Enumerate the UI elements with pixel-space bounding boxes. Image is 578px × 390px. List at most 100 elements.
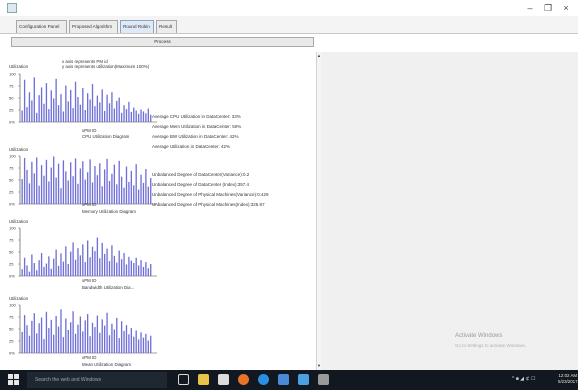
utilization-bar [106,248,108,276]
utilization-bar [82,161,84,204]
utilization-bar [116,262,118,276]
utilization-bar [135,330,137,353]
avg-cpu-utilization: Average CPU Utilization in DataCenter: 3… [152,114,241,119]
utilization-bar [72,242,74,276]
legend-y-axis: y axis represents utilization(Maximum 10… [62,64,150,69]
utilization-bar [74,259,77,276]
utilization-bar [133,185,135,204]
mean-utilization-chart: 100 75 50 25 0% [9,303,157,356]
utilization-bar [84,110,86,122]
utilization-bar [111,245,113,276]
utilization-bar [55,78,57,122]
file-explorer-icon[interactable] [198,374,209,385]
firefox-icon[interactable] [238,374,249,385]
utilization-bar [89,257,91,276]
tab-configuration-panel[interactable]: Configuration Panel [16,20,67,33]
utilization-bar [60,188,62,204]
minimize-button[interactable]: – [523,2,537,14]
process-button[interactable]: Process [11,37,314,47]
utilization-bar [116,184,118,204]
utilization-bar [103,253,106,276]
utilization-bar [57,163,60,204]
utilization-bar [130,260,132,276]
tab-proposed-algorithm[interactable]: Proposed Algorithm [69,20,118,33]
taskbar-search-input[interactable]: Search the web and Windows [27,372,167,388]
memory-chart-ylabel: Utilization [9,147,29,152]
utilization-bar [133,107,135,122]
utilization-bar [145,168,147,204]
utilization-bar [106,312,108,353]
utilization-bar [111,173,113,204]
avg-mem-utilization: Average Mem Utilization in DataCenter: 5… [152,124,242,129]
utilization-bar [70,162,72,204]
utilization-bar [67,180,69,204]
utilization-bar [50,90,52,122]
utilization-bar [82,87,84,122]
clock[interactable]: 12:02 AM 5/23/2017 [558,373,578,385]
utilization-bar [87,240,89,276]
utilization-bar [55,316,57,353]
utilization-bar [94,327,96,353]
utilization-bar [106,94,108,122]
utilization-bar [40,165,43,204]
utilization-bar [118,97,120,122]
tab-result[interactable]: Result [156,20,177,33]
utilization-bar [91,246,94,276]
tick-label: 100 [9,303,16,308]
tick-label: 75 [9,315,14,320]
utilization-bar [111,92,113,122]
tab-round-robin[interactable]: Round Robin [120,20,154,33]
close-button[interactable]: × [559,2,573,14]
utilization-bar [38,323,40,353]
utilization-bar [142,266,145,276]
system-tray[interactable]: ^ ■ ◢ ⊄ ☐ [512,376,535,382]
store-icon[interactable] [218,374,229,385]
utilization-bar [120,321,123,353]
utilization-bar [50,319,52,353]
utilization-bar [70,89,72,122]
utilization-bar [55,177,57,204]
utilization-bar [48,328,50,353]
edge-icon[interactable] [258,374,269,385]
tool-icon[interactable] [318,374,329,385]
utilization-bar [87,314,89,353]
avg-utilization: Average Utilization in DataCenter: 42% [152,144,230,149]
activate-windows-subtitle: Go to Settings to activate Windows. [455,343,527,348]
windows-start-icon[interactable] [8,374,19,385]
utilization-bar [87,172,89,204]
app-icon-blue[interactable] [278,374,289,385]
utilization-bar [133,263,135,276]
utilization-bar [65,171,67,204]
utilization-bar [43,175,45,204]
tick-label: 100 [9,72,16,77]
utilization-bar [130,170,132,204]
utilization-bar [113,164,116,204]
utilization-bar [53,334,55,353]
memory-chart-caption: Memory Utilization Diagram [82,209,136,214]
utilization-bar [123,187,125,204]
utilization-bar [38,95,40,122]
utilization-bar [21,331,23,353]
utilization-bar [70,251,72,276]
tick-label: 100 [9,226,16,231]
utilization-bar [89,336,91,353]
java-app-icon[interactable] [298,374,309,385]
utilization-bar [23,79,26,122]
utilization-bar [125,264,128,276]
results-panel: x axis represents PM id y axis represent… [0,52,316,370]
task-view-icon[interactable] [178,374,189,385]
utilization-bar [79,168,82,204]
utilization-bar [123,105,125,122]
maximize-button[interactable]: ❐ [541,2,555,14]
utilization-bar [142,111,145,122]
bandwidth-chart-caption: Bandwidth Utilization Dia... [82,285,135,290]
utilization-bar [62,337,65,353]
utilization-bar [140,260,142,276]
tick-label: 25 [9,262,14,267]
utilization-bar [111,323,113,353]
title-bar: – ❐ × [0,0,578,16]
utilization-bar [45,311,48,353]
app-icon [7,3,17,13]
utilization-bar [145,113,147,122]
utilization-bar [36,157,38,204]
